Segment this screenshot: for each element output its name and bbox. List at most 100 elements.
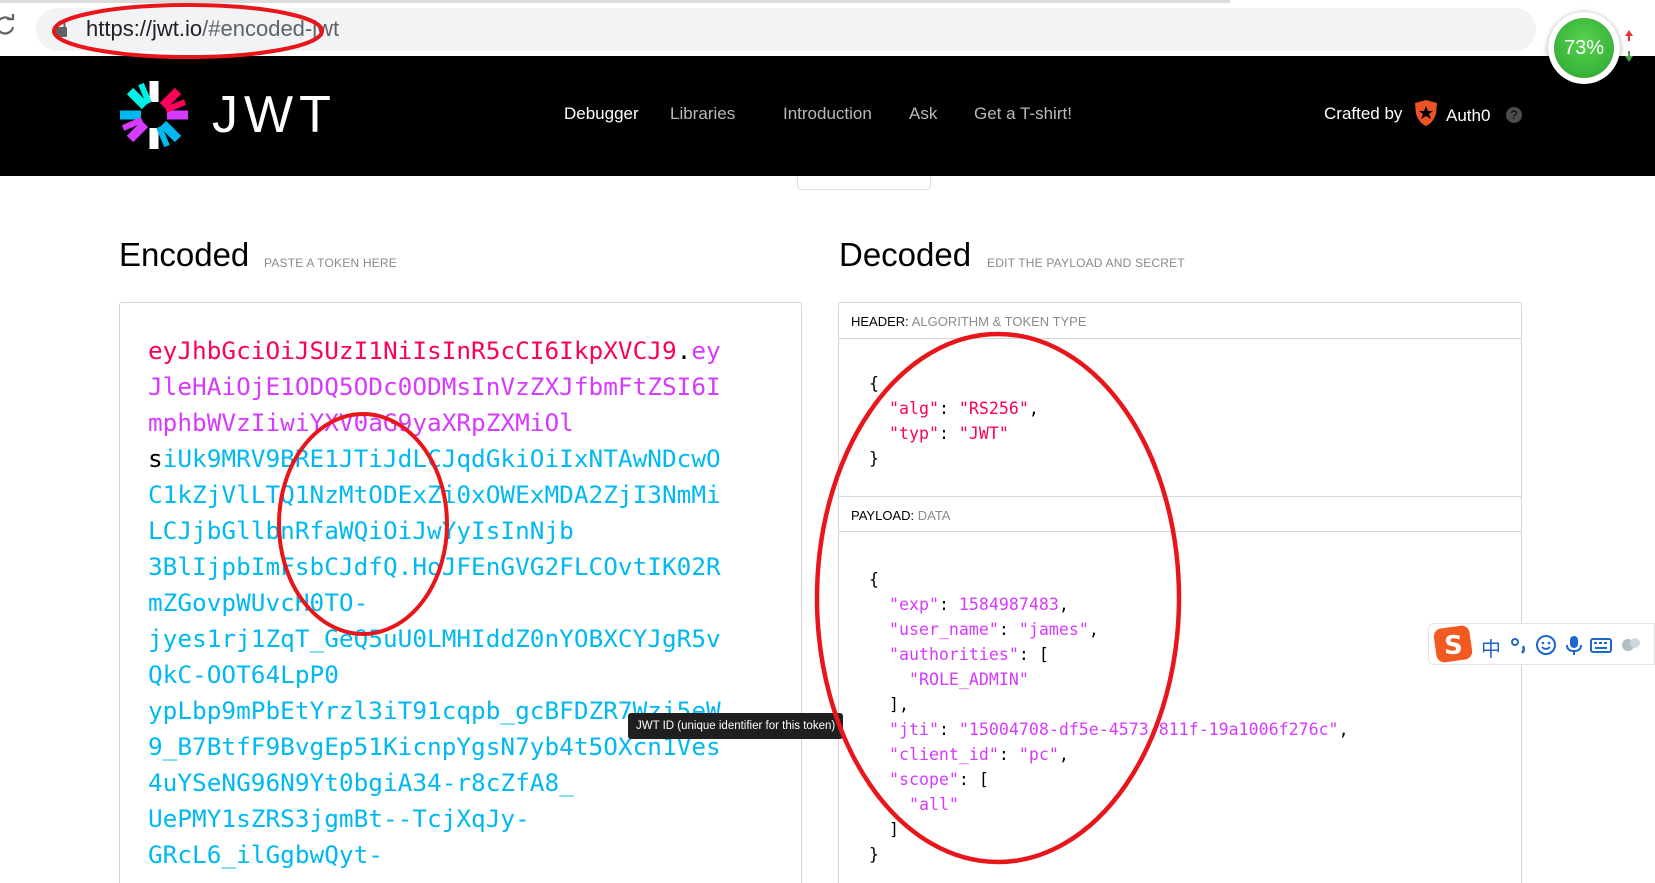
json-punc: : <box>938 424 959 443</box>
reload-icon[interactable] <box>0 14 16 36</box>
nav-ask[interactable]: Ask <box>909 104 937 124</box>
token-line: LCJjbGllbnRfaWQiOiJwYyIsInNjb <box>148 513 723 549</box>
jwt-wordmark-text: JWT <box>212 86 336 140</box>
json-line: { <box>869 567 1349 592</box>
nav-debugger-label: Debugger <box>564 104 639 123</box>
json-punc: , <box>1338 720 1349 739</box>
payload-section-label: PAYLOAD: <box>851 508 915 523</box>
speed-value: 73% <box>1554 18 1614 78</box>
token-line: siUk9MRV9BRE1JTiJdLCJqdGkiOiIxNTAwNDcwO <box>148 441 723 477</box>
nav-introduction[interactable]: Introduction <box>783 104 872 124</box>
json-str: "all" <box>908 795 959 814</box>
url-host: https://jwt.io <box>86 16 203 41</box>
json-punc <box>869 620 889 639</box>
auth0-shield-icon[interactable] <box>1413 99 1439 127</box>
nav-debugger[interactable]: Debugger <box>564 104 639 124</box>
nav-get-tshirt-label: Get a T-shirt! <box>974 104 1072 123</box>
nav-libraries[interactable]: Libraries <box>670 104 735 124</box>
json-punc: : <box>938 595 959 614</box>
json-line: } <box>869 446 1039 471</box>
token-line: UePMY1sZRS3jgmBt--TcjXqJy- <box>148 801 723 837</box>
url-path: /#encoded-jwt <box>202 16 340 41</box>
header-section-title: HEADER: ALGORITHM & TOKEN TYPE <box>851 314 1087 329</box>
browser-toolbar: https://jwt.io/#encoded-jwt <box>0 0 1655 56</box>
sogou-logo-icon[interactable]: S <box>1431 622 1475 666</box>
json-str: "RS256" <box>958 399 1029 418</box>
json-line: "jti": "15004708-df5e-4573-811f-19a1006f… <box>869 717 1349 742</box>
json-line: "ROLE_ADMIN" <box>869 667 1349 692</box>
json-key: "jti" <box>888 720 939 739</box>
emoji-icon[interactable] <box>1535 634 1557 656</box>
json-line: { <box>869 371 1039 396</box>
json-num: 1584987483 <box>958 595 1059 614</box>
payload-json-editor[interactable]: { "exp": 1584987483, "user_name": "james… <box>869 567 1349 867</box>
json-key: "alg" <box>888 399 939 418</box>
json-line: "all" <box>869 792 1349 817</box>
json-line: ], <box>869 692 1349 717</box>
json-punc: { <box>869 570 879 589</box>
header-section-heading: HEADER: ALGORITHM & TOKEN TYPE <box>839 303 1521 339</box>
json-punc: ] <box>869 820 899 839</box>
token-segment-dot: . <box>676 336 692 365</box>
header-section-sub: ALGORITHM & TOKEN TYPE <box>911 314 1087 329</box>
token-segment-sig: 3BlIjpbImFsbCJdfQ.HoJFEnGVG2FLCOvtIK02R <box>148 552 721 581</box>
json-str: "15004708-df5e-4573-811f-19a1006f276c" <box>958 720 1339 739</box>
json-punc: { <box>869 374 879 393</box>
json-line: "scope": [ <box>869 767 1349 792</box>
ime-toolbar[interactable]: S 中 <box>1428 623 1655 665</box>
header-json-editor[interactable]: { "alg": "RS256", "typ": "JWT"} <box>869 371 1039 471</box>
skin-icon[interactable] <box>1620 634 1642 656</box>
ime-chinese-mode[interactable]: 中 <box>1481 633 1501 662</box>
token-segment-sig: UePMY1sZRS3jgmBt--TcjXqJy- <box>148 804 530 833</box>
token-segment-header: eyJhbGciOiJSUzI1NiIsInR5cCI6IkpXVCJ9 <box>148 336 677 365</box>
json-key: "scope" <box>888 770 959 789</box>
json-punc: : <box>998 745 1019 764</box>
lock-icon <box>55 20 67 37</box>
json-line: ] <box>869 817 1349 842</box>
token-segment-sig: iUk9MRV9BRE1JTiJdLCJqdGkiOiIxNTAwNDcwO <box>162 444 721 473</box>
keyboard-icon[interactable] <box>1590 634 1612 656</box>
json-line: "user_name": "james", <box>869 617 1349 642</box>
json-str: "ROLE_ADMIN" <box>908 670 1029 689</box>
json-punc <box>869 424 889 443</box>
json-line: "client_id": "pc", <box>869 742 1349 767</box>
token-segment-sig: GRcL6_ilGgbwQyt- <box>148 840 383 869</box>
microphone-icon[interactable] <box>1563 634 1585 656</box>
url-text[interactable]: https://jwt.io/#encoded-jwt <box>86 16 339 42</box>
token-line: mZGovpWUvcH0TO- <box>148 585 723 621</box>
decoded-subtitle: EDIT THE PAYLOAD AND SECRET <box>987 256 1185 270</box>
json-key: "authorities" <box>888 645 1019 664</box>
json-punc: : <box>998 620 1019 639</box>
nav-introduction-label: Introduction <box>783 104 872 123</box>
network-speed-widget[interactable]: 73% <box>1548 12 1620 84</box>
jwt-wordmark: JWT <box>212 86 336 140</box>
jwt-logo-icon[interactable] <box>118 79 190 151</box>
punctuation-icon[interactable] <box>1509 634 1531 656</box>
json-str: "JWT" <box>958 424 1009 443</box>
token-segment-payload: mphbWVzIiwiYXV0aG9yaXRpZXMiOl <box>148 408 574 437</box>
json-punc: ], <box>869 695 909 714</box>
tab-indicator <box>797 176 931 190</box>
json-punc: : [ <box>1018 645 1049 664</box>
payload-section-heading: PAYLOAD: DATA <box>839 496 1521 532</box>
encoded-token-text[interactable]: eyJhbGciOiJSUzI1NiIsInR5cCI6IkpXVCJ9.ey J… <box>148 333 723 873</box>
token-line: 4uYSeNG96N9Yt0bgiA34-r8cZfA8_ <box>148 765 723 801</box>
json-punc: : <box>938 399 959 418</box>
help-icon[interactable]: ? <box>1506 107 1522 123</box>
json-key: "user_name" <box>888 620 999 639</box>
json-line: "typ": "JWT" <box>869 421 1039 446</box>
nav-get-tshirt[interactable]: Get a T-shirt! <box>974 104 1072 124</box>
token-segment-payload: JleHAiOjE1ODQ5ODc0ODMsInVzZXJfbmFtZSI6I <box>148 372 721 401</box>
auth0-label[interactable]: Auth0 <box>1446 106 1490 126</box>
token-segment-sig: mZGovpWUvcH0TO- <box>148 588 369 617</box>
payload-section-title: PAYLOAD: DATA <box>851 508 950 523</box>
token-segment-sig: 4uYSeNG96N9Yt0bgiA34-r8cZfA8_ <box>148 768 574 797</box>
json-punc <box>869 795 909 814</box>
decoded-title: Decoded <box>839 236 972 273</box>
tab-strip-edge <box>0 0 1230 3</box>
crafted-by-label: Crafted by <box>1324 104 1403 123</box>
json-line: "authorities": [ <box>869 642 1349 667</box>
json-punc: , <box>1058 595 1069 614</box>
decoded-panel: HEADER: ALGORITHM & TOKEN TYPE { "alg": … <box>838 302 1522 883</box>
token-segment-sig: LCJjbGllbnRfaWQiOiJwYyIsInNjb <box>148 516 574 545</box>
